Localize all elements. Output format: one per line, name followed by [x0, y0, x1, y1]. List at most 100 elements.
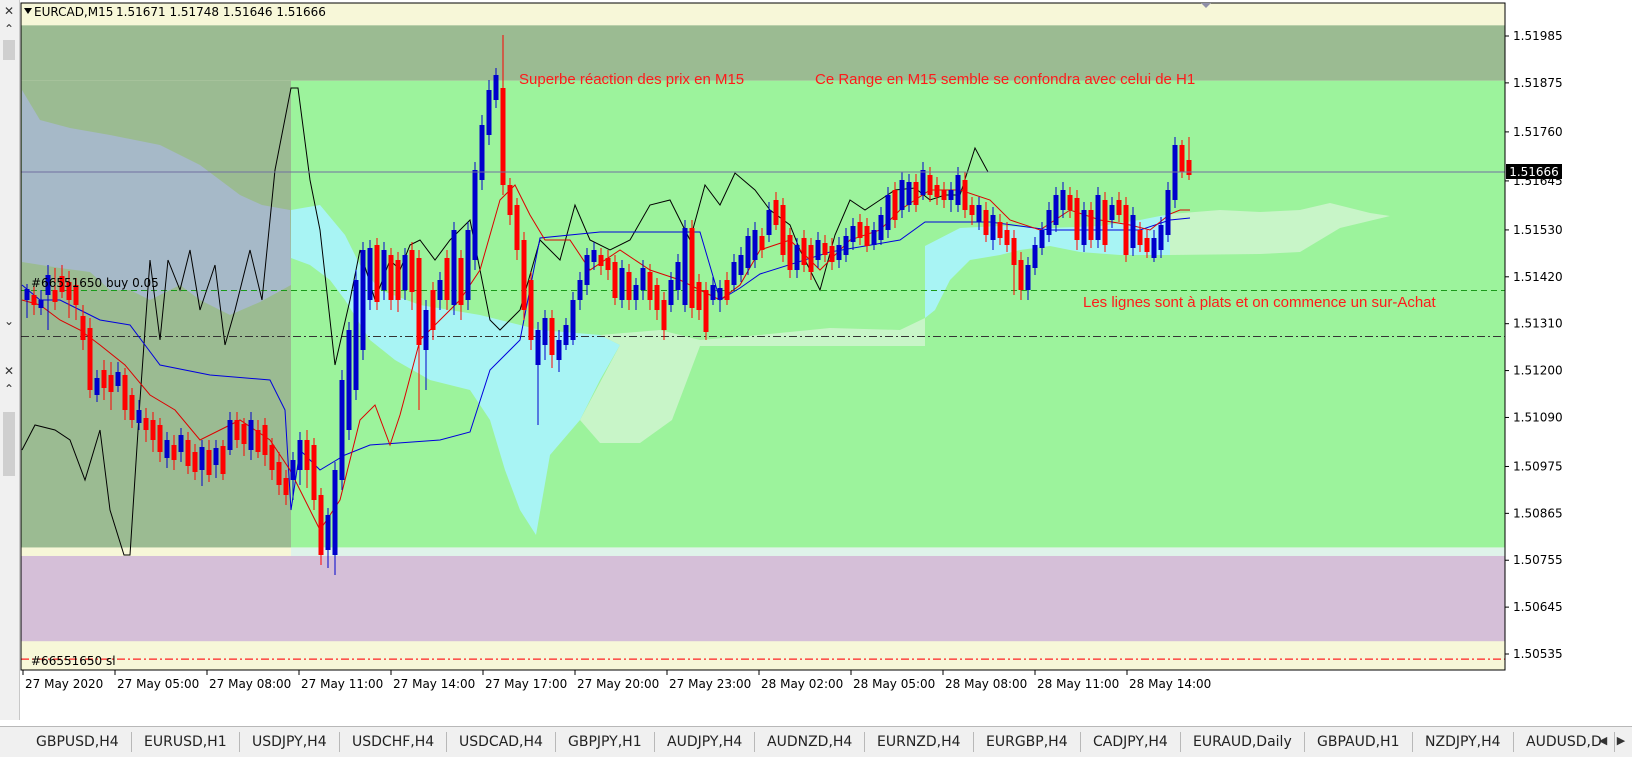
- candle-body: [521, 240, 527, 310]
- candle-body: [1032, 245, 1038, 268]
- candle-body: [269, 445, 275, 470]
- candle-body: [1081, 210, 1087, 245]
- candle-body: [1186, 160, 1192, 175]
- candle-body: [696, 282, 702, 310]
- candle-body: [759, 236, 765, 250]
- candle-body: [1123, 205, 1129, 255]
- symbol-tab[interactable]: USDCHF,H4: [340, 732, 448, 752]
- candle-body: [192, 452, 198, 472]
- time-tick-label: 27 May 11:00: [301, 677, 383, 691]
- symbol-tab[interactable]: CADJPY,H4: [1081, 732, 1181, 752]
- candle-body: [983, 210, 989, 235]
- candle-body: [220, 446, 226, 474]
- candle-body: [241, 424, 247, 444]
- candle-body: [794, 245, 800, 270]
- candle-body: [381, 250, 387, 290]
- candle-body: [318, 495, 324, 555]
- candle-body: [612, 262, 618, 298]
- candle-body: [213, 448, 219, 465]
- sl-order-label[interactable]: #66551650 sl: [31, 654, 116, 668]
- candle-body: [388, 255, 394, 300]
- candle-body: [1130, 215, 1136, 248]
- price-tick-label: 1.51530: [1513, 223, 1563, 237]
- candle-body: [444, 258, 450, 300]
- candle-body: [150, 420, 156, 440]
- time-tick-label: 27 May 23:00: [669, 677, 751, 691]
- symbol-tab[interactable]: EURUSD,H1: [132, 732, 240, 752]
- candle-body: [577, 280, 583, 300]
- symbol-tab[interactable]: GBPJPY,H1: [556, 732, 655, 752]
- candle-body: [668, 280, 674, 305]
- time-tick-label: 28 May 08:00: [945, 677, 1027, 691]
- candle-body: [283, 478, 289, 495]
- candle-body: [24, 289, 30, 300]
- symbol-tab[interactable]: AUDNZD,H4: [755, 732, 866, 752]
- symbol-tab[interactable]: AUDJPY,H4: [655, 732, 756, 752]
- symbol-tab[interactable]: NZDJPY,H4: [1413, 732, 1514, 752]
- candle-body: [717, 288, 723, 300]
- symbol-tab[interactable]: EURGBP,H4: [974, 732, 1081, 752]
- annotation-overbought[interactable]: Les lignes sont à plats et on commence u…: [1083, 294, 1437, 311]
- zone-purple: [21, 555, 1505, 642]
- price-tick-label: 1.51875: [1513, 76, 1563, 90]
- candle-body: [899, 180, 905, 210]
- time-tick-label: 28 May 02:00: [761, 677, 843, 691]
- candle-body: [304, 440, 310, 470]
- candle-body: [94, 378, 100, 395]
- candle-body: [570, 300, 576, 340]
- buy-order-label[interactable]: #66551650 buy 0.05: [31, 276, 159, 290]
- time-tick-label: 27 May 20:00: [577, 677, 659, 691]
- candle-body: [262, 425, 268, 455]
- candle-body: [1179, 145, 1185, 172]
- candle-body: [514, 205, 520, 250]
- time-tick-label: 28 May 11:00: [1037, 677, 1119, 691]
- annotation-reaction[interactable]: Superbe réaction des prix en M15: [519, 71, 744, 88]
- time-tick-label: 27 May 05:00: [117, 677, 199, 691]
- price-chart[interactable]: EURCAD,M15 1.51671 1.51748 1.51646 1.516…: [0, 0, 1632, 726]
- candle-body: [976, 205, 982, 222]
- candle-body: [885, 195, 891, 230]
- price-tick-label: 1.50755: [1513, 553, 1563, 567]
- candle-body: [1060, 190, 1066, 210]
- candle-body: [556, 340, 562, 360]
- candle-body: [619, 268, 625, 300]
- candle-body: [969, 205, 975, 215]
- candle-body: [402, 255, 408, 290]
- time-tick-label: 27 May 17:00: [485, 677, 567, 691]
- candle-body: [528, 280, 534, 340]
- symbol-tab[interactable]: GBPUSD,H4: [24, 732, 132, 752]
- candle-body: [1011, 238, 1017, 265]
- candle-body: [346, 330, 352, 430]
- candle-body: [409, 250, 415, 292]
- candle-body: [493, 75, 499, 100]
- candle-body: [1018, 260, 1024, 290]
- symbol-tab[interactable]: GBPAUD,H1: [1305, 732, 1413, 752]
- candle-body: [1102, 200, 1108, 245]
- candle-body: [339, 380, 345, 480]
- candle-body: [640, 268, 646, 290]
- candle-body: [1172, 145, 1178, 200]
- arrow-right-icon[interactable]: ▶: [1614, 733, 1628, 749]
- symbol-tab[interactable]: EURNZD,H4: [865, 732, 974, 752]
- candle-body: [962, 180, 968, 210]
- candle-body: [360, 250, 366, 350]
- candle-body: [1004, 230, 1010, 245]
- symbol-tab[interactable]: USDJPY,H4: [240, 732, 340, 752]
- candle-body: [654, 285, 660, 310]
- annotation-range[interactable]: Ce Range en M15 semble se confondra avec…: [815, 71, 1195, 88]
- symbol-tab[interactable]: USDCAD,H4: [447, 732, 556, 752]
- candle-body: [703, 290, 709, 332]
- symbol-label: EURCAD,M15: [34, 5, 113, 19]
- candle-body: [598, 255, 604, 266]
- candle-body: [948, 190, 954, 200]
- candle-body: [143, 418, 149, 430]
- candle-body: [416, 258, 422, 345]
- time-axis: 27 May 2020 27 May 05:00 27 May 08:00 27 Ma…: [21, 670, 1505, 725]
- candle-body: [661, 300, 667, 330]
- time-tick-label: 28 May 05:00: [853, 677, 935, 691]
- arrow-left-icon[interactable]: ◀: [1596, 733, 1610, 749]
- price-tick-label: 1.51420: [1513, 270, 1563, 284]
- symbol-tab[interactable]: EURAUD,Daily: [1181, 732, 1305, 752]
- candle-body: [605, 258, 611, 270]
- candle-body: [80, 316, 86, 340]
